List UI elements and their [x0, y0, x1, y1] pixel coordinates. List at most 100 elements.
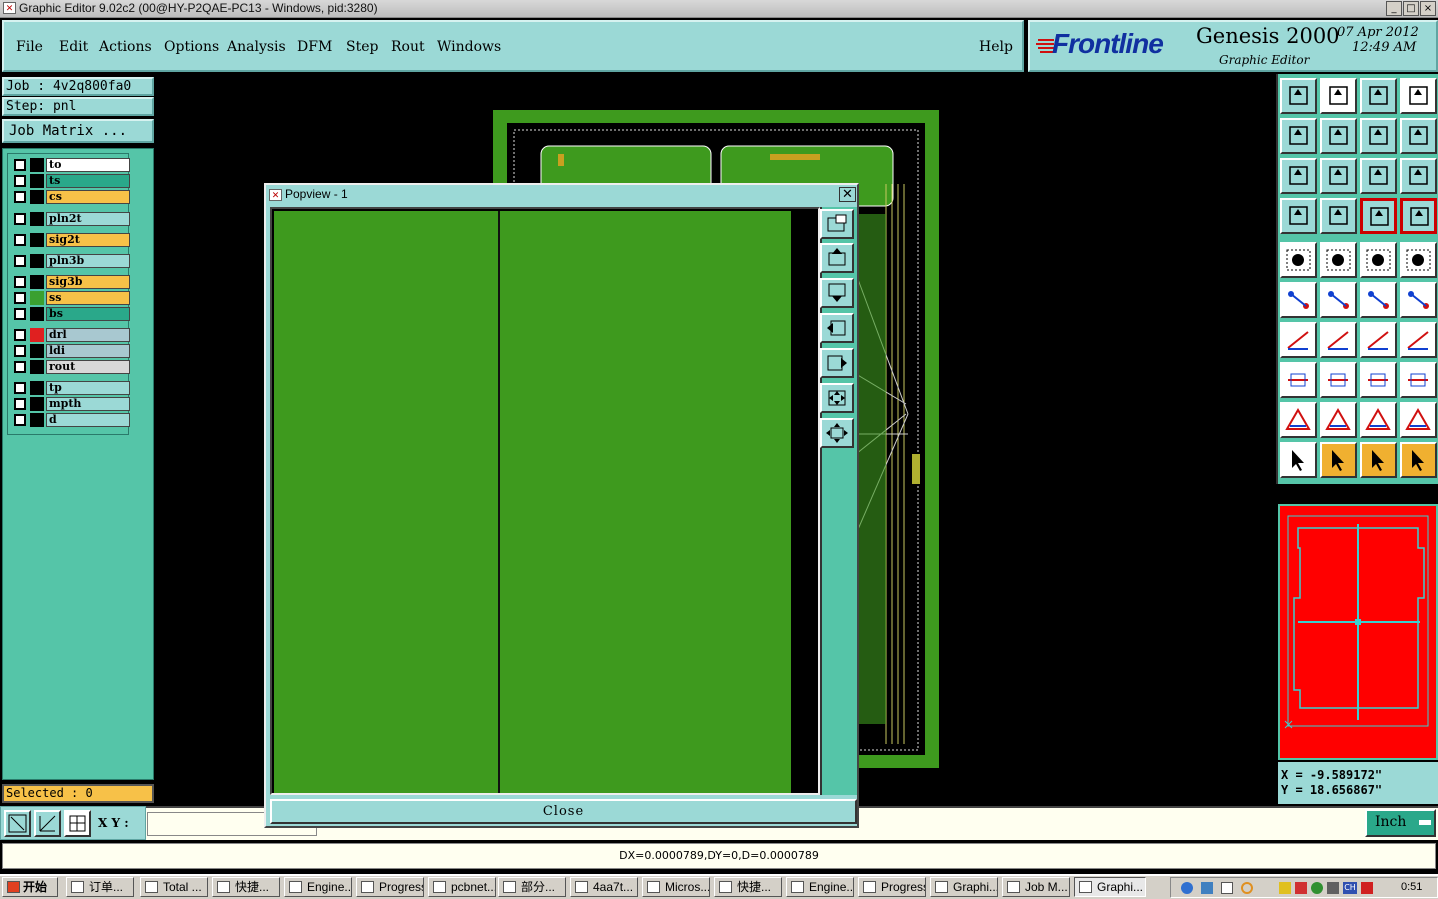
- ime-brush-icon[interactable]: [1295, 882, 1307, 894]
- popview-pan-up-icon[interactable]: [820, 243, 854, 273]
- pad-node-icon[interactable]: [1280, 362, 1317, 398]
- layer-row-ss[interactable]: ss: [12, 291, 130, 305]
- layer-checkbox[interactable]: [14, 159, 26, 171]
- layer-color-swatch[interactable]: [30, 381, 44, 395]
- layer-row-ts[interactable]: ts: [12, 174, 130, 188]
- menu-options[interactable]: Options: [164, 39, 219, 55]
- dimension-icon[interactable]: [1360, 362, 1397, 398]
- popview-pan-right-icon[interactable]: [820, 348, 854, 378]
- layer-checkbox[interactable]: [14, 329, 26, 341]
- pan-left-icon[interactable]: [1280, 118, 1317, 154]
- select-feature-icon[interactable]: [1280, 242, 1317, 278]
- minimize-button[interactable]: _: [1386, 1, 1402, 16]
- clock-tray-icon[interactable]: [1241, 882, 1253, 894]
- layer-color-swatch[interactable]: [30, 397, 44, 411]
- layer-checkbox[interactable]: [14, 234, 26, 246]
- taskbar-item[interactable]: Graphi...: [1074, 877, 1146, 897]
- pointer-box-icon[interactable]: [1320, 442, 1357, 478]
- triangle-a-icon[interactable]: [1320, 402, 1357, 438]
- menu-dfm[interactable]: DFM: [297, 39, 332, 55]
- minus-line-icon[interactable]: [1320, 362, 1357, 398]
- popview-pan-down-icon[interactable]: [820, 278, 854, 308]
- layer-row-rout[interactable]: rout: [12, 360, 130, 374]
- line-node-icon[interactable]: [1360, 282, 1397, 318]
- popview-zoom-out-icon[interactable]: [820, 418, 854, 448]
- popview-pan-left-icon[interactable]: [820, 313, 854, 343]
- pan-right-icon[interactable]: [1320, 118, 1357, 154]
- layer-row-drl[interactable]: drl: [12, 328, 130, 342]
- maximize-button[interactable]: □: [1403, 1, 1419, 16]
- arc-icon[interactable]: [1360, 322, 1397, 358]
- layer-name[interactable]: sig2t: [46, 233, 130, 247]
- taskbar-item[interactable]: Total ...: [140, 877, 208, 897]
- snap-line-icon[interactable]: [4, 810, 31, 837]
- taskbar-item[interactable]: Progress: [858, 877, 926, 897]
- units-select[interactable]: Inch: [1365, 809, 1436, 837]
- layer-name[interactable]: sig3b: [46, 275, 130, 289]
- cross-icon[interactable]: [1320, 282, 1357, 318]
- popview-close-button[interactable]: Close: [270, 799, 857, 824]
- taskbar-item[interactable]: Engine...: [284, 877, 352, 897]
- layer-row-bs[interactable]: bs: [12, 307, 130, 321]
- layer-checkbox[interactable]: [14, 308, 26, 320]
- layer-checkbox[interactable]: [14, 255, 26, 267]
- menu-actions[interactable]: Actions: [99, 39, 152, 55]
- menu-file[interactable]: File: [16, 39, 43, 55]
- layer-name[interactable]: d: [46, 413, 130, 427]
- layer-color-swatch[interactable]: [30, 291, 44, 305]
- layer-color-swatch[interactable]: [30, 190, 44, 204]
- layer-color-swatch[interactable]: [30, 158, 44, 172]
- frame-f-icon[interactable]: [1400, 322, 1437, 358]
- pointer-orange-icon[interactable]: [1360, 442, 1397, 478]
- ime-x-icon[interactable]: [1327, 882, 1339, 894]
- layer-name[interactable]: drl: [46, 328, 130, 342]
- layer-row-tp[interactable]: tp: [12, 381, 130, 395]
- close-window-button[interactable]: ×: [1420, 1, 1436, 16]
- slash-icon[interactable]: [1320, 322, 1357, 358]
- zoom-home-icon[interactable]: [1280, 78, 1317, 114]
- layer-color-swatch[interactable]: [30, 275, 44, 289]
- layer-name[interactable]: rout: [46, 360, 130, 374]
- layer-checkbox[interactable]: [14, 345, 26, 357]
- sogou-icon[interactable]: [1361, 882, 1373, 894]
- pan-down-icon[interactable]: [1320, 78, 1357, 114]
- grid-icon[interactable]: [1320, 198, 1357, 234]
- taskbar-item[interactable]: Job M...: [1002, 877, 1070, 897]
- layer-row-sig3b[interactable]: sig3b: [12, 275, 130, 289]
- snap-grid-icon[interactable]: [64, 810, 91, 837]
- taskbar-item[interactable]: 订单...: [66, 877, 134, 897]
- layer-color-swatch[interactable]: [30, 344, 44, 358]
- layer-name[interactable]: mpth: [46, 397, 130, 411]
- home-icon[interactable]: [1360, 78, 1397, 114]
- help-question-icon[interactable]: [1400, 158, 1437, 194]
- layer-checkbox[interactable]: [14, 382, 26, 394]
- layer-name[interactable]: ss: [46, 291, 130, 305]
- layer-color-swatch[interactable]: [30, 360, 44, 374]
- connect-nodes-icon[interactable]: [1280, 282, 1317, 318]
- taskbar-item[interactable]: Micros...: [642, 877, 710, 897]
- layer-row-sig2t[interactable]: sig2t: [12, 233, 130, 247]
- taskbar-item[interactable]: pcbnet...: [428, 877, 496, 897]
- circle-pad-icon[interactable]: [1400, 242, 1437, 278]
- popview-zoom-window-icon[interactable]: [820, 209, 854, 239]
- layer-row-mpth[interactable]: mpth: [12, 397, 130, 411]
- pointer-icon[interactable]: [1280, 442, 1317, 478]
- taskbar-item[interactable]: 快捷...: [714, 877, 782, 897]
- ime-pencil-icon[interactable]: [1279, 882, 1291, 894]
- layer-color-swatch[interactable]: [30, 174, 44, 188]
- layer-checkbox[interactable]: [14, 361, 26, 373]
- job-matrix-button[interactable]: Job Matrix ...: [2, 119, 154, 143]
- shapes-icon[interactable]: [1400, 362, 1437, 398]
- menu-edit[interactable]: Edit: [59, 39, 88, 55]
- layer-name[interactable]: bs: [46, 307, 130, 321]
- layer-checkbox[interactable]: [14, 414, 26, 426]
- layer-row-pln3b[interactable]: pln3b: [12, 254, 130, 268]
- taskbar-item[interactable]: 快捷...: [212, 877, 280, 897]
- overview-map[interactable]: [1280, 506, 1436, 758]
- popview-close-icon[interactable]: ✕: [839, 187, 856, 202]
- layer-checkbox[interactable]: [14, 276, 26, 288]
- zoom-fit-icon[interactable]: [1320, 158, 1357, 194]
- line-arrow-icon[interactable]: [1400, 282, 1437, 318]
- network-icon[interactable]: [1201, 882, 1213, 894]
- layer-name[interactable]: pln3b: [46, 254, 130, 268]
